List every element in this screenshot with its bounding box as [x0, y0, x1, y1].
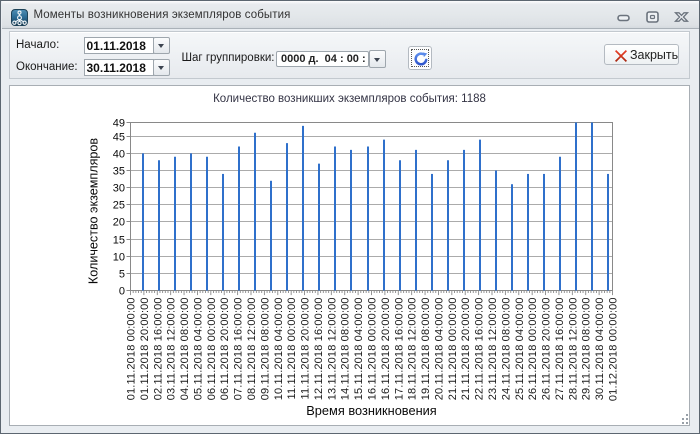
svg-text:07.11.2018 16:00:00: 07.11.2018 16:00:00 — [233, 297, 245, 400]
svg-text:06.11.2018 20:00:00: 06.11.2018 20:00:00 — [219, 297, 231, 400]
svg-text:20.11.2018 04:00:00: 20.11.2018 04:00:00 — [433, 297, 445, 400]
svg-text:02.11.2018 16:00:00: 02.11.2018 16:00:00 — [152, 297, 164, 400]
svg-text:10.11.2018 04:00:00: 10.11.2018 04:00:00 — [273, 297, 285, 400]
svg-text:27.11.2018 16:00:00: 27.11.2018 16:00:00 — [554, 297, 566, 400]
svg-text:Время возникновения: Время возникновения — [306, 403, 437, 418]
svg-text:08.11.2018 12:00:00: 08.11.2018 12:00:00 — [246, 297, 258, 400]
svg-text:11.11.2018 00:00:00: 11.11.2018 00:00:00 — [286, 297, 298, 399]
svg-text:01.12.2018 00:00:00: 01.12.2018 00:00:00 — [608, 297, 620, 401]
svg-text:21.11.2018 20:00:00: 21.11.2018 20:00:00 — [460, 297, 472, 400]
svg-text:18.11.2018 12:00:00: 18.11.2018 12:00:00 — [407, 297, 419, 400]
svg-text:0: 0 — [119, 286, 125, 298]
svg-text:13.11.2018 12:00:00: 13.11.2018 12:00:00 — [326, 297, 338, 400]
svg-text:05.11.2018 04:00:00: 05.11.2018 04:00:00 — [192, 297, 204, 400]
svg-text:06.11.2018 00:00:00: 06.11.2018 00:00:00 — [206, 297, 218, 400]
svg-text:19.11.2018 08:00:00: 19.11.2018 08:00:00 — [420, 297, 432, 400]
svg-text:25: 25 — [113, 200, 125, 212]
svg-text:28.11.2018 12:00:00: 28.11.2018 12:00:00 — [567, 297, 579, 400]
svg-text:03.11.2018 12:00:00: 03.11.2018 12:00:00 — [166, 297, 178, 400]
svg-text:09.11.2018 08:00:00: 09.11.2018 08:00:00 — [259, 297, 271, 400]
svg-text:12.11.2018 16:00:00: 12.11.2018 16:00:00 — [313, 297, 325, 400]
svg-text:40: 40 — [113, 149, 125, 161]
svg-text:Количество экземпляров: Количество экземпляров — [87, 138, 101, 284]
svg-text:15: 15 — [113, 235, 125, 247]
svg-text:22.11.2018 16:00:00: 22.11.2018 16:00:00 — [474, 297, 486, 400]
svg-text:14.11.2018 08:00:00: 14.11.2018 08:00:00 — [340, 297, 352, 400]
svg-text:26.11.2018 20:00:00: 26.11.2018 20:00:00 — [541, 297, 553, 400]
svg-text:16.11.2018 20:00:00: 16.11.2018 20:00:00 — [380, 297, 392, 400]
svg-text:49: 49 — [113, 118, 125, 130]
svg-text:17.11.2018 16:00:00: 17.11.2018 16:00:00 — [393, 297, 405, 400]
svg-text:15.11.2018 04:00:00: 15.11.2018 04:00:00 — [353, 297, 365, 400]
svg-text:21.11.2018 00:00:00: 21.11.2018 00:00:00 — [447, 297, 459, 400]
svg-text:11.11.2018 20:00:00: 11.11.2018 20:00:00 — [300, 297, 312, 399]
svg-text:25.11.2018 04:00:00: 25.11.2018 04:00:00 — [514, 297, 526, 400]
svg-text:01.11.2018 00:00:00: 01.11.2018 00:00:00 — [126, 297, 138, 400]
svg-text:24.11.2018 08:00:00: 24.11.2018 08:00:00 — [500, 297, 512, 400]
svg-text:30: 30 — [113, 183, 125, 195]
svg-text:10: 10 — [113, 252, 125, 264]
svg-text:30.11.2018 04:00:00: 30.11.2018 04:00:00 — [594, 297, 606, 400]
svg-text:Количество возникших экземпляр: Количество возникших экземпляров события… — [213, 93, 486, 105]
svg-text:26.11.2018 00:00:00: 26.11.2018 00:00:00 — [527, 297, 539, 400]
svg-text:5: 5 — [119, 269, 125, 281]
svg-text:45: 45 — [113, 132, 125, 144]
svg-text:35: 35 — [113, 166, 125, 178]
svg-text:01.11.2018 20:00:00: 01.11.2018 20:00:00 — [139, 297, 151, 400]
svg-text:20: 20 — [113, 217, 125, 229]
svg-text:04.11.2018 08:00:00: 04.11.2018 08:00:00 — [179, 297, 191, 400]
svg-text:23.11.2018 12:00:00: 23.11.2018 12:00:00 — [487, 297, 499, 400]
svg-text:29.11.2018 08:00:00: 29.11.2018 08:00:00 — [581, 297, 593, 400]
svg-text:16.11.2018 00:00:00: 16.11.2018 00:00:00 — [367, 297, 379, 400]
